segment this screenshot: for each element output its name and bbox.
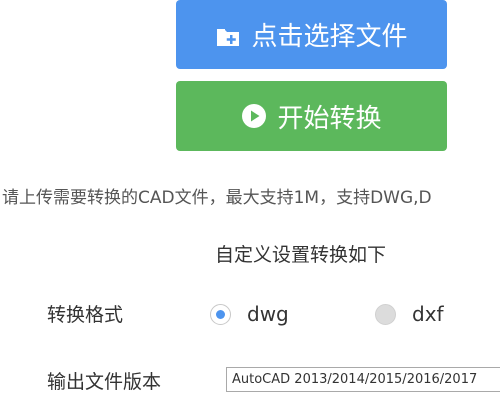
- choose-file-button[interactable]: 点击选择文件: [176, 0, 447, 69]
- radio-dwg-label: dwg: [247, 302, 289, 326]
- format-label: 转换格式: [47, 304, 124, 326]
- play-circle-icon: [241, 103, 267, 129]
- choose-file-label: 点击选择文件: [251, 22, 408, 52]
- output-version-label: 输出文件版本: [47, 371, 162, 393]
- start-convert-button[interactable]: 开始转换: [176, 81, 447, 151]
- folder-add-icon: [215, 26, 241, 48]
- radio-unchecked-icon[interactable]: [375, 303, 396, 325]
- start-convert-label: 开始转换: [277, 103, 382, 134]
- upload-hint-text: 请上传需要转换的CAD文件，最大支持1M，支持DWG,D: [2, 188, 432, 208]
- output-version-select[interactable]: AutoCAD 2013/2014/2015/2016/2017: [226, 367, 500, 392]
- radio-dwg[interactable]: dwg: [210, 302, 289, 326]
- radio-dxf[interactable]: dxf: [375, 302, 444, 326]
- cad-converter-page: 点击选择文件 开始转换 请上传需要转换的CAD文件，最大支持1M，支持DWG,D…: [0, 0, 500, 400]
- radio-dxf-label: dxf: [412, 302, 444, 326]
- radio-checked-icon[interactable]: [210, 303, 231, 325]
- settings-title: 自定义设置转换如下: [215, 244, 387, 266]
